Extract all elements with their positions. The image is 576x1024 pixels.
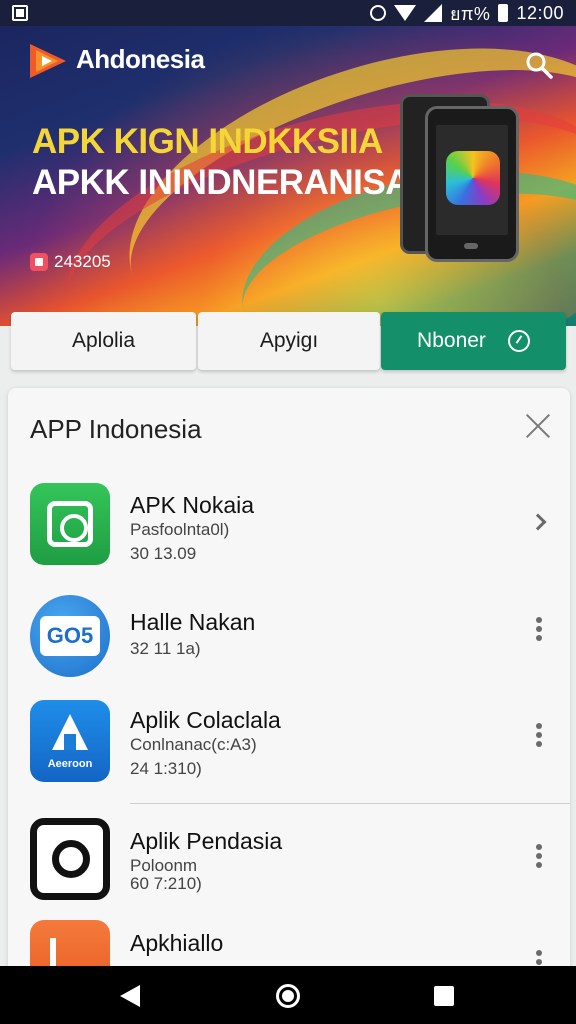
phone-screen	[436, 125, 508, 235]
tab-aplolia[interactable]: Aplolia	[11, 312, 196, 370]
system-nav-bar	[0, 966, 576, 1024]
hero-headline: APK KIGN INDKKSIIA	[32, 122, 383, 161]
app-name: Halle Nakan	[130, 609, 256, 635]
status-bar: ยπ% 12:00	[0, 0, 576, 26]
more-vert-icon[interactable]	[532, 723, 548, 747]
hero-banner[interactable]: Ahdonesia APK KIGN INDKKSIIA APKK ININDN…	[0, 26, 576, 326]
go5-icon-text: GO5	[40, 616, 100, 656]
clock: 12:00	[516, 2, 564, 23]
a-logo-icon: Aeeroon	[30, 700, 110, 782]
app-name: Apkhiallo	[130, 930, 224, 956]
tab-bar: Aplolia Apyigı Nboner	[0, 312, 576, 374]
phone-image	[425, 106, 519, 262]
card-title: APP Indonesia	[30, 414, 202, 444]
tab-label: Apyigı	[259, 329, 319, 352]
recent-apps-icon[interactable]	[434, 986, 454, 1006]
hero-subheadline: APKK ININDNERANISA	[32, 163, 410, 202]
alarm-icon	[369, 5, 386, 21]
app-subtitle: Poloonm	[130, 856, 198, 875]
app-subtitle: Conlnanac(c:A3)	[130, 735, 257, 754]
app-name: APK Nokaia	[130, 492, 255, 518]
app-logo-icon	[30, 44, 66, 78]
search-icon[interactable]	[524, 50, 554, 80]
tab-label: Aplolia	[71, 329, 136, 352]
divider	[130, 803, 570, 804]
home-icon[interactable]	[276, 984, 300, 1008]
swirl-logo-icon	[446, 151, 500, 205]
list-item[interactable]: Aeeroon Aplik Colaclala Conlnanac(c:A3) …	[8, 693, 570, 803]
tab-nboner[interactable]: Nboner	[381, 312, 566, 370]
ring-icon	[30, 818, 110, 900]
more-vert-icon[interactable]	[532, 844, 548, 868]
tab-label: Nboner	[417, 329, 486, 352]
app-meta: 60 7:210)	[130, 874, 202, 893]
app-subtitle: Pasfoolnta0l)	[130, 520, 230, 539]
list-item[interactable]: APK Nokaia Pasfoolnta0l) 30 13.09	[8, 478, 570, 588]
list-item[interactable]: Aplik Pendasia Poloonm 60 7:210)	[8, 814, 570, 924]
tab-apyigi[interactable]: Apyigı	[198, 312, 380, 370]
badge-text: 243205	[54, 252, 111, 271]
app-meta: 24 1:310)	[130, 759, 202, 778]
app-meta: 32 11 1a)	[130, 639, 201, 658]
more-vert-icon[interactable]	[532, 617, 548, 641]
app-meta: 30 13.09	[130, 544, 197, 563]
chevron-right-icon[interactable]	[529, 510, 548, 534]
list-item[interactable]: GO5 Halle Nakan 32 11 1a)	[8, 593, 570, 703]
go5-icon: GO5	[30, 595, 110, 677]
phone-home-button	[464, 243, 478, 249]
battery-icon	[498, 4, 509, 22]
badge-icon	[30, 253, 48, 271]
a-logo-label: Aeeroon	[47, 758, 93, 770]
app-name: Aplik Pendasia	[130, 828, 283, 854]
signal-icon	[423, 4, 442, 22]
close-icon[interactable]	[524, 412, 552, 440]
camera-frame-icon	[30, 483, 110, 565]
back-icon[interactable]	[120, 985, 140, 1007]
notification-icon	[12, 5, 28, 21]
app-title: Ahdonesia	[76, 44, 205, 74]
app-name: Aplik Colaclala	[130, 707, 281, 733]
battery-percent: ยπ%	[449, 3, 491, 24]
app-list-card: APP Indonesia APK Nokaia Pasfoolnta0l) 3…	[8, 388, 570, 988]
wifi-icon	[393, 5, 416, 21]
hero-badge: 243205	[30, 252, 111, 272]
compass-icon	[507, 330, 530, 352]
